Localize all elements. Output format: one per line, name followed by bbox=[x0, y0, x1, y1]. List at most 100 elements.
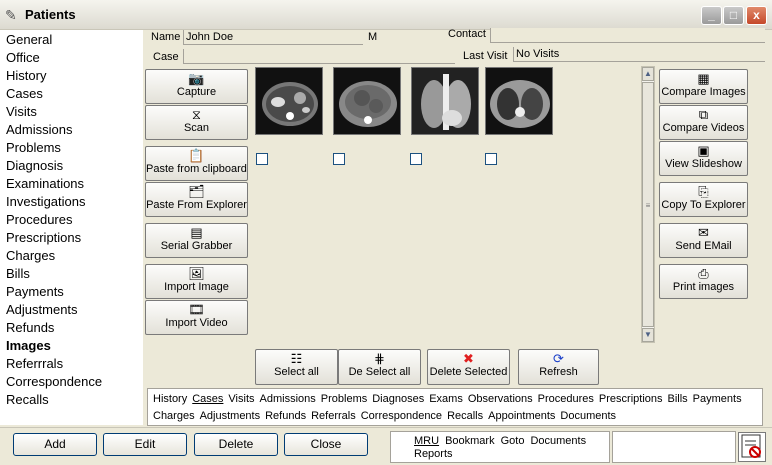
case-field[interactable] bbox=[183, 49, 455, 64]
minimize-button[interactable]: _ bbox=[701, 6, 722, 25]
sidebar-item-images[interactable]: Images bbox=[6, 337, 51, 355]
sidebar-item-general[interactable]: General bbox=[6, 31, 52, 49]
status-box bbox=[612, 431, 736, 463]
link-prescriptions[interactable]: Prescriptions bbox=[599, 393, 663, 405]
image-gallery bbox=[251, 64, 656, 344]
view-slideshow-button[interactable]: ▣ View Slideshow bbox=[659, 141, 748, 176]
link-documents[interactable]: Documents bbox=[560, 410, 616, 422]
contact-field[interactable] bbox=[490, 28, 765, 43]
last-visit-field: No Visits bbox=[513, 47, 765, 62]
link-correspondence[interactable]: Correspondence bbox=[361, 410, 442, 422]
gallery-scrollbar[interactable]: ▲ ≡ ▼ bbox=[641, 66, 655, 343]
button-label: Scan bbox=[183, 122, 210, 134]
sidebar-item-referrrals[interactable]: Referrrals bbox=[6, 355, 63, 373]
sidebar-item-adjustments[interactable]: Adjustments bbox=[6, 301, 78, 319]
sidebar-item-history[interactable]: History bbox=[6, 67, 46, 85]
capture-button[interactable]: 📷 Capture bbox=[145, 69, 248, 104]
delete-button[interactable]: Delete bbox=[194, 433, 278, 456]
mru-mru[interactable]: MRU bbox=[414, 435, 439, 447]
mru-goto[interactable]: Goto bbox=[501, 435, 525, 447]
serial-grabber-button[interactable]: ▤ Serial Grabber bbox=[145, 223, 248, 258]
close-window-button[interactable]: x bbox=[746, 6, 767, 25]
link-observations[interactable]: Observations bbox=[468, 393, 533, 405]
maximize-button[interactable]: □ bbox=[723, 6, 744, 25]
image-checkbox-4[interactable] bbox=[485, 153, 497, 165]
report-icon[interactable] bbox=[738, 432, 766, 462]
mru-panel: MRU Bookmark Goto Documents Reports bbox=[390, 431, 610, 463]
sidebar-item-visits[interactable]: Visits bbox=[6, 103, 37, 121]
image-checkbox-3[interactable] bbox=[410, 153, 422, 165]
print-images-button[interactable]: ⎙ Print images bbox=[659, 264, 748, 299]
image-checkbox-2[interactable] bbox=[333, 153, 345, 165]
delete-selected-button[interactable]: ✖ Delete Selected bbox=[427, 349, 510, 385]
sidebar-item-correspondence[interactable]: Correspondence bbox=[6, 373, 102, 391]
link-history[interactable]: History bbox=[153, 393, 187, 405]
send-email-button[interactable]: ✉ Send EMail bbox=[659, 223, 748, 258]
image-thumbnail-4[interactable] bbox=[485, 67, 553, 135]
sidebar-item-payments[interactable]: Payments bbox=[6, 283, 64, 301]
link-visits[interactable]: Visits bbox=[228, 393, 254, 405]
deselect-icon: ⋕ bbox=[374, 351, 385, 366]
sidebar-item-investigations[interactable]: Investigations bbox=[6, 193, 86, 211]
compare-images-button[interactable]: ▦ Compare Images bbox=[659, 69, 748, 104]
copy-to-explorer-button[interactable]: ⎘ Copy To Explorer bbox=[659, 182, 748, 217]
link-appointments[interactable]: Appointments bbox=[488, 410, 555, 422]
image-thumbnail-3[interactable] bbox=[411, 67, 479, 135]
link-bills[interactable]: Bills bbox=[668, 393, 688, 405]
image-thumbnail-1[interactable] bbox=[255, 67, 323, 135]
link-payments[interactable]: Payments bbox=[693, 393, 742, 405]
paste-from-clipboard-button[interactable]: 📋 Paste from clipboard bbox=[145, 146, 248, 181]
compare-videos-button[interactable]: ⧉ Compare Videos bbox=[659, 105, 748, 140]
scroll-up-arrow-icon[interactable]: ▲ bbox=[642, 67, 654, 81]
link-cases[interactable]: Cases bbox=[192, 393, 223, 405]
link-adjustments[interactable]: Adjustments bbox=[200, 410, 261, 422]
link-recalls[interactable]: Recalls bbox=[447, 410, 483, 422]
link-problems[interactable]: Problems bbox=[321, 393, 367, 405]
scroll-down-arrow-icon[interactable]: ▼ bbox=[642, 328, 654, 342]
select-all-icon: ☷ bbox=[290, 351, 303, 366]
image-checkbox-1[interactable] bbox=[256, 153, 268, 165]
sidebar-item-office[interactable]: Office bbox=[6, 49, 40, 67]
edit-button[interactable]: Edit bbox=[103, 433, 187, 456]
select-all-button[interactable]: ☷ Select all bbox=[255, 349, 338, 385]
mru-documents[interactable]: Documents bbox=[530, 435, 586, 447]
link-procedures[interactable]: Procedures bbox=[538, 393, 594, 405]
import-video-button[interactable]: 🎞 Import Video bbox=[145, 300, 248, 335]
link-diagnoses[interactable]: Diagnoses bbox=[372, 393, 424, 405]
sidebar-item-problems[interactable]: Problems bbox=[6, 139, 61, 157]
sidebar-item-refunds[interactable]: Refunds bbox=[6, 319, 54, 337]
scanner-icon: ⧖ bbox=[191, 107, 202, 122]
sidebar-item-examinations[interactable]: Examinations bbox=[6, 175, 84, 193]
sidebar-item-cases[interactable]: Cases bbox=[6, 85, 43, 103]
scan-button[interactable]: ⧖ Scan bbox=[145, 105, 248, 140]
image-thumbnail-2[interactable] bbox=[333, 67, 401, 135]
link-referrals[interactable]: Referrals bbox=[311, 410, 356, 422]
sidebar-item-admissions[interactable]: Admissions bbox=[6, 121, 72, 139]
email-icon: ✉ bbox=[698, 225, 709, 240]
sidebar-item-procedures[interactable]: Procedures bbox=[6, 211, 72, 229]
sidebar-item-charges[interactable]: Charges bbox=[6, 247, 55, 265]
close-button[interactable]: Close bbox=[284, 433, 368, 456]
link-exams[interactable]: Exams bbox=[429, 393, 463, 405]
refresh-button[interactable]: ⟳ Refresh bbox=[518, 349, 599, 385]
scroll-thumb[interactable]: ≡ bbox=[642, 82, 654, 327]
name-field[interactable]: John Doe bbox=[183, 30, 363, 45]
sidebar-item-bills[interactable]: Bills bbox=[6, 265, 30, 283]
name-label: Name bbox=[151, 31, 181, 43]
sidebar-item-diagnosis[interactable]: Diagnosis bbox=[6, 157, 63, 175]
link-refunds[interactable]: Refunds bbox=[265, 410, 306, 422]
link-charges[interactable]: Charges bbox=[153, 410, 195, 422]
mru-bookmark[interactable]: Bookmark bbox=[445, 435, 495, 447]
title-bar: ✎ Patients _ □ x bbox=[0, 0, 772, 30]
sidebar-item-recalls[interactable]: Recalls bbox=[6, 391, 49, 409]
paste-from-explorer-button[interactable]: 🗂 Paste From Explorer bbox=[145, 182, 248, 217]
add-button[interactable]: Add bbox=[13, 433, 97, 456]
link-admissions[interactable]: Admissions bbox=[260, 393, 316, 405]
sidebar-item-prescriptions[interactable]: Prescriptions bbox=[6, 229, 81, 247]
sex-value: M bbox=[368, 31, 378, 43]
button-label: De Select all bbox=[348, 366, 411, 378]
sidebar-nav: General Office History Cases Visits Admission… bbox=[0, 30, 143, 425]
import-image-button[interactable]: 🖼 Import Image bbox=[145, 264, 248, 299]
de-select-all-button[interactable]: ⋕ De Select all bbox=[338, 349, 421, 385]
mru-reports[interactable]: Reports bbox=[414, 448, 453, 460]
